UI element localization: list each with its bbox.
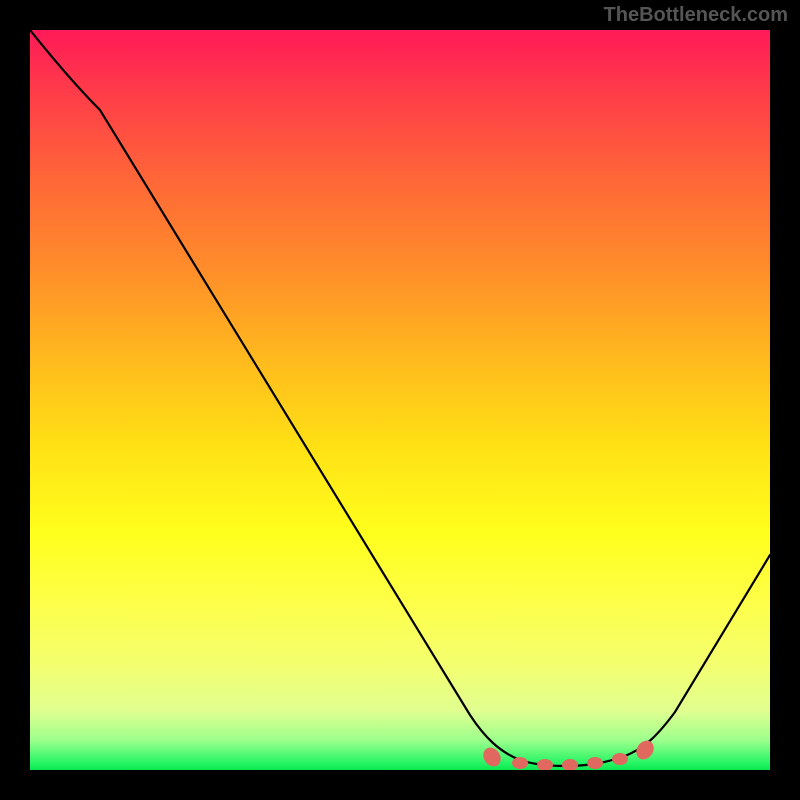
marker-dot: [562, 759, 578, 770]
curve-svg: [30, 30, 770, 770]
watermark-label: TheBottleneck.com: [604, 4, 788, 27]
marker-dot: [612, 753, 628, 765]
chart-container: TheBottleneck.com: [0, 0, 800, 800]
plot-area: [30, 30, 770, 770]
marker-dot: [512, 757, 528, 769]
bottleneck-curve: [30, 30, 770, 766]
marker-dot: [537, 759, 553, 770]
marker-dot: [587, 757, 603, 769]
